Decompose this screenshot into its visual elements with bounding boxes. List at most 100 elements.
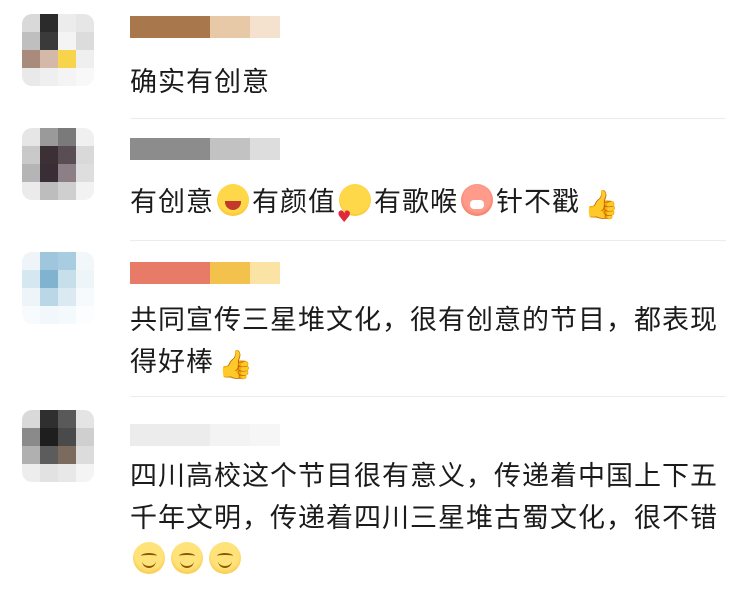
avatar-pixel	[22, 182, 40, 200]
divider	[130, 396, 726, 397]
thumbs-up-icon: 👍	[584, 188, 620, 221]
comment-text-segment: 确实有创意	[130, 67, 270, 98]
avatar-pixel	[40, 270, 58, 288]
avatar-pixel	[22, 252, 40, 270]
laugh-icon	[217, 184, 249, 216]
thumbs-up-icon: 👍	[218, 348, 254, 381]
avatar-pixel	[76, 128, 94, 146]
username-blur	[130, 262, 210, 284]
avatar-pixel	[76, 428, 94, 446]
avatar-pixel	[76, 446, 94, 464]
avatar[interactable]	[22, 14, 94, 86]
avatar-pixel	[40, 410, 58, 428]
avatar-pixel	[40, 306, 58, 324]
username-blur	[130, 16, 210, 38]
avatar-pixel	[40, 252, 58, 270]
comment-text-segment: 有歌喉	[374, 187, 458, 218]
avatar-pixel	[58, 288, 76, 306]
avatar-pixel	[58, 270, 76, 288]
avatar-pixel	[76, 464, 94, 482]
avatar-pixel	[76, 68, 94, 86]
avatar-pixel	[58, 306, 76, 324]
avatar-pixel	[22, 146, 40, 164]
avatar-pixel	[58, 252, 76, 270]
avatar-pixel	[22, 164, 40, 182]
avatar-pixel	[76, 182, 94, 200]
username[interactable]	[130, 16, 280, 38]
username-blur	[130, 424, 210, 446]
username-blur	[250, 138, 280, 160]
username-blur	[130, 138, 210, 160]
avatar-pixel	[40, 32, 58, 50]
username-blur	[210, 138, 250, 160]
avatar-pixel	[40, 446, 58, 464]
avatar-pixel	[40, 288, 58, 306]
avatar-pixel	[40, 14, 58, 32]
avatar-pixel	[22, 14, 40, 32]
comment-text-segment: 有颜值	[252, 187, 336, 218]
avatar-pixel	[76, 306, 94, 324]
username[interactable]	[130, 138, 280, 160]
divider	[130, 118, 726, 119]
avatar-pixel	[40, 428, 58, 446]
avatar-pixel	[22, 306, 40, 324]
comment-text-segment: 针不戳	[496, 187, 580, 218]
username-blur	[210, 262, 250, 284]
comment-text-segment: 四川高校这个节目很有意义，传递着中国上下五千年文明，传递着四川三星堆古蜀文化，很…	[130, 461, 718, 534]
avatar-pixel	[58, 146, 76, 164]
avatar[interactable]	[22, 410, 94, 482]
username[interactable]	[130, 262, 280, 284]
avatar-pixel	[40, 68, 58, 86]
username[interactable]	[130, 424, 280, 446]
avatar-pixel	[58, 182, 76, 200]
avatar[interactable]	[22, 128, 94, 200]
avatar-pixel	[22, 446, 40, 464]
smile-icon	[133, 542, 165, 574]
avatar-pixel	[76, 146, 94, 164]
comment-text: 四川高校这个节目很有意义，传递着中国上下五千年文明，传递着四川三星堆古蜀文化，很…	[130, 456, 720, 582]
avatar-pixel	[22, 428, 40, 446]
avatar-pixel	[58, 68, 76, 86]
avatar-pixel	[22, 288, 40, 306]
heart-face-icon	[337, 184, 371, 238]
username-blur	[250, 424, 280, 446]
smile-icon	[171, 542, 203, 574]
avatar-pixel	[40, 164, 58, 182]
pig-laugh-icon	[461, 184, 493, 216]
username-blur	[250, 262, 280, 284]
avatar-pixel	[58, 446, 76, 464]
username-blur	[210, 16, 250, 38]
avatar-pixel	[76, 270, 94, 288]
avatar-pixel	[58, 128, 76, 146]
avatar-pixel	[76, 410, 94, 428]
avatar-pixel	[40, 128, 58, 146]
avatar-pixel	[76, 32, 94, 50]
avatar-pixel	[58, 32, 76, 50]
avatar-pixel	[22, 68, 40, 86]
avatar-pixel	[76, 14, 94, 32]
avatar-pixel	[22, 32, 40, 50]
avatar-pixel	[40, 182, 58, 200]
avatar-pixel	[58, 464, 76, 482]
avatar-pixel	[58, 14, 76, 32]
avatar-pixel	[76, 164, 94, 182]
avatar-pixel	[58, 410, 76, 428]
avatar-pixel	[76, 252, 94, 270]
avatar-pixel	[22, 410, 40, 428]
username-blur	[210, 424, 250, 446]
avatar-pixel	[40, 464, 58, 482]
avatar-pixel	[40, 50, 58, 68]
avatar-pixel	[22, 50, 40, 68]
comment-text: 共同宣传三星堆文化，很有创意的节目，都表现得好棒 👍	[130, 300, 720, 384]
avatar-pixel	[22, 128, 40, 146]
comment-text: 有创意 有颜值 有歌喉 针不戳👍	[130, 182, 720, 238]
avatar-pixel	[40, 146, 58, 164]
comment-text-segment: 有创意	[130, 187, 214, 218]
divider	[130, 240, 726, 241]
avatar-pixel	[58, 50, 76, 68]
avatar-pixel	[22, 464, 40, 482]
avatar-pixel	[58, 428, 76, 446]
avatar-pixel	[58, 164, 76, 182]
avatar-pixel	[76, 50, 94, 68]
avatar[interactable]	[22, 252, 94, 324]
